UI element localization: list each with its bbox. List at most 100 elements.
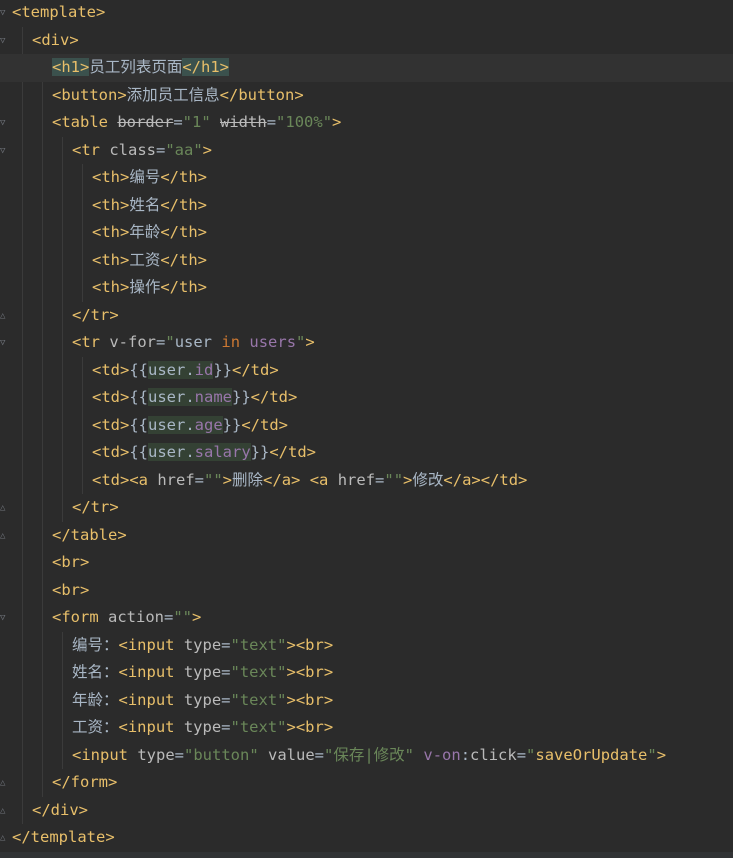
code-line[interactable]: <th>姓名</th> <box>0 192 733 220</box>
code-line[interactable]: <th>工资</th> <box>0 247 733 275</box>
code-token: click <box>470 745 517 764</box>
code-token: "" <box>384 470 404 489</box>
code-line[interactable]: </template> △ <box>0 824 733 852</box>
code-token: user. <box>148 443 195 461</box>
code-token: age <box>194 415 223 434</box>
horizontal-scrollbar[interactable] <box>0 852 733 858</box>
code-line[interactable]: </table> △ <box>0 522 733 550</box>
code-token: }} <box>232 388 251 406</box>
code-token: > <box>192 608 202 626</box>
code-editor[interactable]: <template> ▽ <div> ▽ <h1>员工列表页面</h1> <button>… <box>0 0 733 858</box>
code-token: </button> <box>219 85 304 104</box>
code-line[interactable]: </div> △ <box>0 797 733 825</box>
code-line[interactable]: <template> ▽ <box>0 0 733 27</box>
code-line[interactable]: <td><a href="">删除</a> <a href="">修改</a><… <box>0 467 733 495</box>
code-token: <button> <box>52 85 127 104</box>
code-token: = <box>314 745 325 764</box>
code-line[interactable]: <td>{{user.salary}}</td> <box>0 439 733 467</box>
code-token: id <box>194 360 214 379</box>
code-line-text: </table> <box>52 522 127 550</box>
code-line[interactable]: </form> △ <box>0 769 733 797</box>
code-line[interactable]: <td>{{user.age}}</td> <box>0 412 733 440</box>
code-line[interactable]: <td>{{user.id}}</td> <box>0 357 733 385</box>
code-token: {{ <box>129 443 148 461</box>
code-token: " <box>526 745 536 764</box>
code-token: 年龄 <box>129 223 161 241</box>
code-token: > <box>305 333 315 351</box>
code-line[interactable]: <button>添加员工信息</button> <box>0 82 733 110</box>
code-line[interactable]: <th>操作</th> <box>0 274 733 302</box>
code-line[interactable]: <table border="1" width="100%"> ▽ <box>0 109 733 137</box>
code-token: 编号： <box>72 635 119 654</box>
code-line[interactable]: </tr> △ <box>0 302 733 330</box>
code-line[interactable]: <td>{{user.name}}</td> <box>0 384 733 412</box>
code-line[interactable]: <h1>员工列表页面</h1> <box>0 54 733 82</box>
fold-open-icon[interactable]: ▽ <box>0 612 9 624</box>
code-token: </template> <box>12 828 115 846</box>
fold-open-icon[interactable]: ▽ <box>0 337 9 349</box>
code-line-text: <br> <box>52 549 89 577</box>
code-line[interactable]: <div> ▽ <box>0 27 733 55</box>
code-token: </form> <box>52 773 118 791</box>
fold-open-icon[interactable]: ▽ <box>0 35 9 47</box>
code-token: </td> <box>241 415 289 434</box>
code-line-text: <table border="1" width="100%"> <box>52 109 341 137</box>
code-line-text: 姓名：<input type="text"><br> <box>72 659 333 687</box>
code-token: }} <box>250 443 270 461</box>
code-line-text: </tr> <box>72 302 119 330</box>
code-token: </a> <box>263 470 301 489</box>
code-line-text: </template> <box>12 824 115 852</box>
code-line-text: <th>工资</th> <box>92 247 207 275</box>
code-token: "text" <box>230 718 287 736</box>
code-token: <th> <box>92 195 130 214</box>
code-line-text: <button>添加员工信息</button> <box>52 82 304 110</box>
code-line[interactable]: <br> <box>0 549 733 577</box>
fold-open-icon[interactable]: ▽ <box>0 7 9 19</box>
code-token: = <box>221 690 231 709</box>
code-line[interactable]: 年龄：<input type="text"><br> <box>0 687 733 715</box>
code-token: = <box>156 333 166 351</box>
fold-close-icon[interactable]: △ <box>0 502 9 514</box>
code-line[interactable]: 工资：<input type="text"><br> <box>0 714 733 742</box>
code-line[interactable]: <th>编号</th> <box>0 164 733 192</box>
code-line[interactable]: <th>年龄</th> <box>0 219 733 247</box>
code-token: "button" <box>184 745 259 764</box>
fold-close-icon[interactable]: △ <box>0 805 9 817</box>
code-token: {{ <box>129 415 148 434</box>
code-line[interactable]: 编号：<input type="text"><br> <box>0 632 733 660</box>
fold-open-icon[interactable]: ▽ <box>0 145 9 157</box>
code-line[interactable]: </tr> △ <box>0 494 733 522</box>
code-line[interactable]: <tr v-for="user in users"> ▽ <box>0 329 733 357</box>
code-line[interactable]: <form action=""> ▽ <box>0 604 733 632</box>
fold-open-icon[interactable]: ▽ <box>0 117 9 129</box>
code-token: : <box>460 745 471 764</box>
fold-close-icon[interactable]: △ <box>0 777 9 789</box>
fold-close-icon[interactable]: △ <box>0 310 9 322</box>
code-token: </table> <box>52 525 127 544</box>
code-token: <td> <box>92 360 130 379</box>
code-token: 修改 <box>412 470 444 489</box>
fold-close-icon[interactable]: △ <box>0 530 9 542</box>
code-token: type <box>183 718 222 736</box>
code-token: user. <box>148 415 195 434</box>
code-line-text: <br> <box>52 577 89 605</box>
code-line[interactable]: 姓名：<input type="text"><br> <box>0 659 733 687</box>
code-line-text: <input type="button" value="保存|修改" v-on:… <box>72 742 666 770</box>
code-token: = <box>266 113 277 131</box>
code-line-text: 编号：<input type="text"><br> <box>72 632 333 660</box>
code-line[interactable]: <input type="button" value="保存|修改" v-on:… <box>0 742 733 770</box>
code-token: class <box>109 140 156 159</box>
code-token: = <box>174 745 184 764</box>
code-token: <input <box>118 718 184 736</box>
code-line-text: <td><a href="">删除</a> <a href="">修改</a><… <box>92 467 527 495</box>
code-token: <td> <box>92 443 130 461</box>
code-token: <template> <box>12 3 106 21</box>
code-token: width <box>220 113 267 131</box>
code-token: type <box>183 635 222 654</box>
code-line[interactable]: <br> <box>0 577 733 605</box>
code-token: = <box>375 470 385 489</box>
code-token: in <box>221 333 241 351</box>
code-line[interactable]: <tr class="aa"> ▽ <box>0 137 733 165</box>
fold-close-icon[interactable]: △ <box>0 832 9 844</box>
code-token: name <box>194 388 232 406</box>
